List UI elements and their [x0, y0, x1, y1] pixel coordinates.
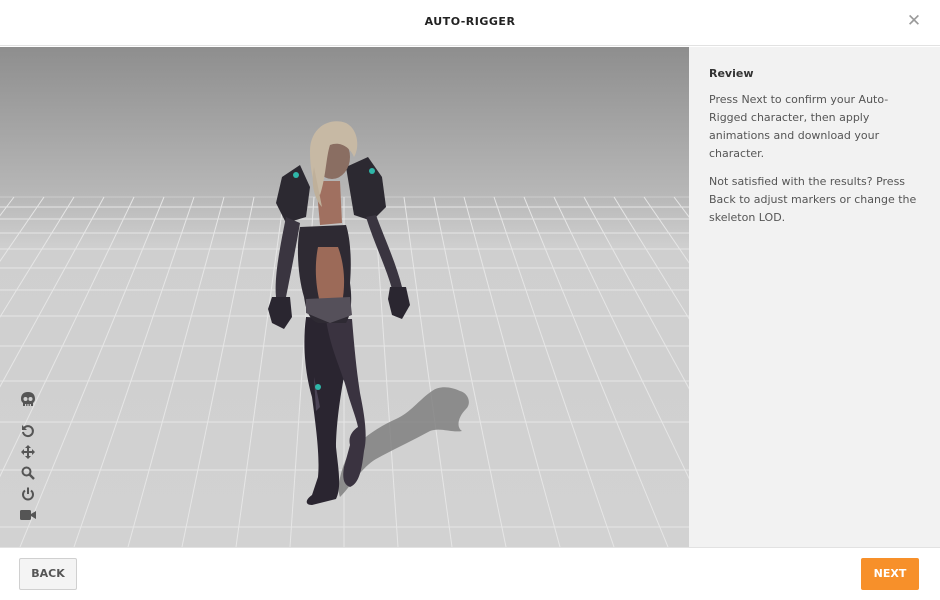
back-button[interactable]: BACK — [19, 558, 77, 590]
pan-icon[interactable] — [19, 443, 37, 461]
review-back-hint: Not satisfied with the results? Press Ba… — [709, 175, 917, 224]
skeleton-icon[interactable] — [19, 390, 37, 408]
scene-render — [0, 121, 689, 547]
power-icon[interactable] — [19, 485, 37, 503]
review-panel: Review Press Next to confirm your Auto-R… — [689, 47, 940, 547]
review-heading: Review — [709, 67, 754, 80]
window-title: AUTO-RIGGER — [424, 15, 516, 28]
camera-icon[interactable] — [19, 506, 37, 524]
3d-viewport[interactable] — [0, 47, 689, 547]
footer-bar: BACK NEXT — [0, 547, 940, 600]
header-bar: AUTO-RIGGER ✕ — [0, 0, 940, 46]
reset-view-icon[interactable] — [19, 422, 37, 440]
next-button[interactable]: NEXT — [861, 558, 919, 590]
zoom-icon[interactable] — [19, 464, 37, 482]
close-icon[interactable]: ✕ — [906, 13, 922, 30]
review-instructions: Press Next to confirm your Auto-Rigged c… — [709, 93, 889, 160]
